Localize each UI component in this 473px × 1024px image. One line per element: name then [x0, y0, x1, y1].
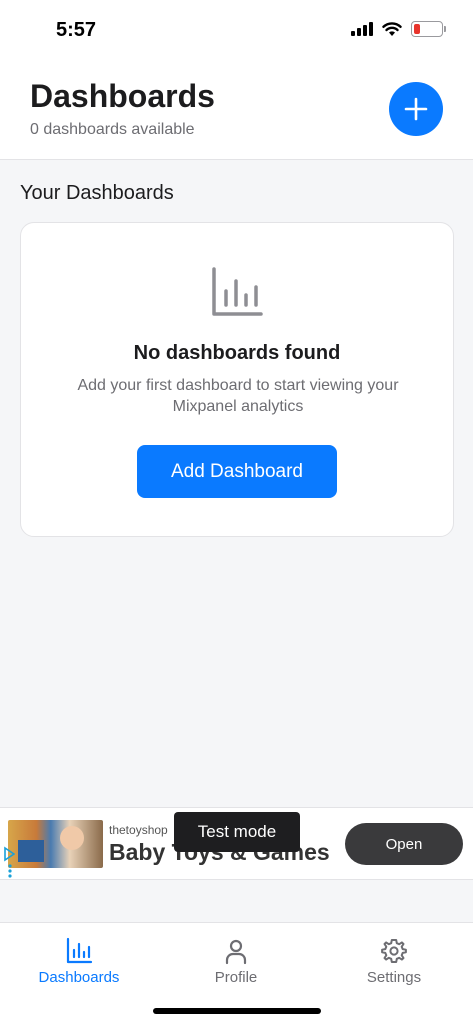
tab-label: Settings — [366, 969, 422, 986]
bar-chart-icon — [66, 937, 93, 964]
bar-chart-icon — [212, 267, 263, 316]
dashboard-count: 0 dashboards available — [30, 121, 195, 138]
gear-icon — [381, 939, 407, 963]
header: Dashboards 0 dashboards available — [0, 62, 473, 160]
ad-brand: thetoyshop — [109, 823, 168, 837]
ad-open-button[interactable]: Open — [345, 823, 463, 865]
page-title: Dashboards — [30, 78, 215, 114]
wifi-icon — [382, 21, 402, 36]
home-indicator[interactable] — [153, 1008, 321, 1014]
test-mode-badge: Test mode — [174, 812, 300, 852]
ad-image[interactable] — [8, 820, 103, 868]
empty-state-title: No dashboards found — [133, 342, 341, 364]
empty-state-card: No dashboards found Add your first dashb… — [20, 222, 454, 537]
status-time: 5:57 — [56, 19, 97, 41]
add-dashboard-button[interactable]: Add Dashboard — [137, 445, 337, 498]
tab-dashboards[interactable]: Dashboards — [9, 937, 149, 997]
section-title: Your Dashboards — [20, 182, 174, 204]
ad-choices-icon[interactable] — [3, 846, 15, 878]
plus-icon — [404, 97, 428, 121]
battery-icon — [411, 21, 446, 37]
add-dashboard-fab[interactable] — [389, 82, 443, 136]
status-bar: 5:57 — [0, 0, 473, 62]
cellular-signal-icon — [351, 22, 373, 36]
status-icons — [351, 21, 446, 37]
empty-state-description: Add your first dashboard to start viewin… — [77, 377, 399, 415]
tab-label: Profile — [214, 969, 258, 986]
tab-profile[interactable]: Profile — [166, 937, 306, 997]
tab-settings[interactable]: Settings — [324, 937, 464, 997]
tab-label: Dashboards — [38, 969, 120, 986]
person-icon — [225, 939, 247, 965]
